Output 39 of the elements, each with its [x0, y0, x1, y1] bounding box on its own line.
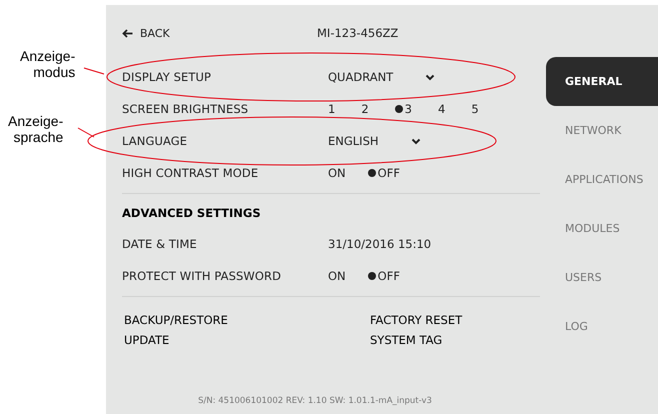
setting-value: 31/10/2016 15:10: [328, 237, 432, 251]
section-title: ADVANCED SETTINGS: [122, 205, 262, 222]
setting-label: PROTECT WITH PASSWORD: [122, 269, 282, 283]
option[interactable]: 3: [394, 102, 412, 116]
option[interactable]: 5: [471, 102, 479, 116]
chevron-icon: [425, 74, 436, 80]
serial-info: S/N: 451006101002 REV: 1.10 SW: 1.01.1-mA_input-v3: [197, 396, 433, 406]
sidebar-tab[interactable]: GENERAL: [546, 57, 658, 106]
back-arrow-icon: [122, 28, 133, 38]
setting-label: HIGH CONTRAST MODE: [122, 166, 260, 180]
dropdown[interactable]: QUADRANT: [328, 70, 436, 84]
sidebar-tab[interactable]: LOG: [546, 302, 658, 351]
sidebar-tab[interactable]: APPLICATIONS: [546, 155, 658, 204]
option[interactable]: OFF: [368, 166, 400, 180]
leader-line: [78, 128, 94, 138]
back-button[interactable]: BACK: [122, 26, 317, 40]
option[interactable]: 2: [361, 102, 369, 116]
action-link[interactable]: BACKUP/RESTORE: [124, 313, 370, 327]
setting-label: DISPLAY SETUP: [122, 70, 212, 84]
action-link[interactable]: UPDATE: [124, 333, 370, 347]
setting-label: SCREEN BRIGHTNESS: [122, 102, 250, 116]
sidebar-tab[interactable]: MODULES: [546, 204, 658, 253]
setting-label: DATE & TIME: [122, 237, 198, 251]
dropdown[interactable]: ENGLISH: [328, 134, 421, 148]
action-link[interactable]: SYSTEM TAG: [370, 333, 538, 347]
sidebar-tab[interactable]: USERS: [546, 253, 658, 302]
option[interactable]: OFF: [368, 269, 400, 283]
option[interactable]: ON: [328, 269, 346, 283]
action-link[interactable]: FACTORY RESET: [370, 313, 538, 327]
option[interactable]: 4: [438, 102, 446, 116]
annotation-label: Anzeige- modus: [20, 48, 76, 80]
leader-line: [84, 68, 104, 74]
device-id: MI-123-456ZZ: [317, 26, 398, 40]
sidebar-tab[interactable]: NETWORK: [546, 106, 658, 155]
option[interactable]: ON: [328, 166, 346, 180]
option[interactable]: 1: [328, 102, 336, 116]
annotation-label: Anzeige- sprache: [8, 113, 64, 145]
chevron-icon: [410, 138, 421, 144]
setting-label: LANGUAGE: [122, 134, 188, 148]
